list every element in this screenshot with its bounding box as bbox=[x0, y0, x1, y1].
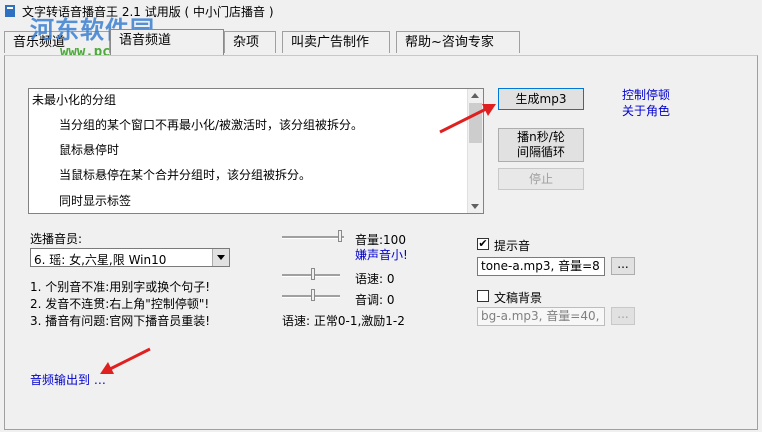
about-roles-link[interactable]: 关于角色 bbox=[622, 102, 670, 119]
tab-help-expert[interactable]: 帮助~咨询专家 bbox=[396, 31, 520, 53]
list-item: 当分组的某个窗口不再最小化/被激活时，该分组被拆分。 bbox=[59, 118, 364, 132]
play-loop-button[interactable]: 播n秒/轮 间隔循环 bbox=[498, 128, 584, 162]
bg-music-field[interactable]: bg-a.mp3, 音量=40, bbox=[477, 307, 605, 326]
tab-label: 帮助~咨询专家 bbox=[405, 35, 494, 50]
prompt-tone-browse-button[interactable]: ... bbox=[611, 257, 635, 275]
bg-music-checkbox[interactable] bbox=[477, 290, 489, 302]
stop-button[interactable]: 停止 bbox=[498, 168, 584, 190]
chevron-down-icon bbox=[217, 255, 225, 260]
audio-output-link[interactable]: 音频输出到 … bbox=[30, 371, 106, 388]
voice-select[interactable]: 6. 瑶: 女,六星,限 Win10 bbox=[30, 248, 230, 267]
tab-ad-maker[interactable]: 叫卖广告制作 bbox=[282, 31, 390, 53]
prompt-tone-field[interactable]: tone-a.mp3, 音量=8 bbox=[477, 257, 605, 276]
slider-track bbox=[282, 236, 344, 239]
pitch-label: 音调: 0 bbox=[355, 293, 395, 307]
generate-mp3-button[interactable]: 生成mp3 bbox=[498, 88, 584, 110]
tab-voice-channel[interactable]: 语音频道 bbox=[110, 29, 224, 55]
tab-misc[interactable]: 杂项 bbox=[224, 31, 276, 53]
speed-label: 语速: 0 bbox=[355, 272, 395, 286]
voice-label: 选播音员: bbox=[30, 232, 83, 246]
speed-hint: 语速: 正常0-1,激励1-2 bbox=[282, 314, 405, 328]
prompt-tone-label: 提示音 bbox=[494, 239, 531, 253]
scroll-down-icon[interactable] bbox=[471, 204, 479, 209]
tab-label: 语音频道 bbox=[119, 33, 172, 48]
slider-thumb[interactable] bbox=[338, 230, 342, 242]
annotation-arrow-icon bbox=[439, 104, 496, 134]
control-pause-link[interactable]: 控制停顿 bbox=[622, 86, 670, 103]
list-item: 未最小化的分组 bbox=[32, 93, 117, 107]
prompt-tone-checkbox[interactable]: ✔ bbox=[477, 238, 489, 250]
tip-line: 3. 播音有问题:官网下播音员重装! bbox=[30, 314, 211, 328]
text-editor[interactable]: 未最小化的分组 当分组的某个窗口不再最小化/被激活时，该分组被拆分。 鼠标悬停时… bbox=[28, 88, 484, 214]
tab-label: 杂项 bbox=[233, 35, 260, 50]
tip-line: 2. 发音不连贯:右上角"控制停顿"! bbox=[30, 297, 210, 311]
voice-selected-value: 6. 瑶: 女,六星,限 Win10 bbox=[34, 253, 167, 267]
tab-label: 叫卖广告制作 bbox=[291, 35, 370, 50]
slider-thumb[interactable] bbox=[311, 289, 315, 301]
bg-music-label: 文稿背景 bbox=[494, 291, 543, 305]
dropdown-button[interactable] bbox=[212, 249, 229, 266]
volume-slider[interactable] bbox=[282, 230, 344, 244]
list-item: 当鼠标悬停在某个合并分组时，该分组被拆分。 bbox=[59, 168, 312, 182]
pitch-slider[interactable] bbox=[282, 289, 344, 303]
list-item: 同时显示标签 bbox=[59, 194, 132, 208]
list-item: 鼠标悬停时 bbox=[59, 143, 120, 157]
volume-low-link[interactable]: 嫌声音小! bbox=[355, 246, 408, 263]
tip-line: 1. 个别音不准:用别字或换个句子! bbox=[30, 280, 211, 294]
slider-thumb[interactable] bbox=[311, 268, 315, 280]
annotation-arrow-icon bbox=[100, 347, 151, 374]
speed-slider[interactable] bbox=[282, 268, 344, 282]
app-icon bbox=[5, 5, 15, 17]
bg-music-browse-button[interactable]: ... bbox=[611, 307, 635, 325]
tab-strip: 音乐频道 语音频道 杂项 叫卖广告制作 帮助~咨询专家 bbox=[0, 29, 762, 56]
